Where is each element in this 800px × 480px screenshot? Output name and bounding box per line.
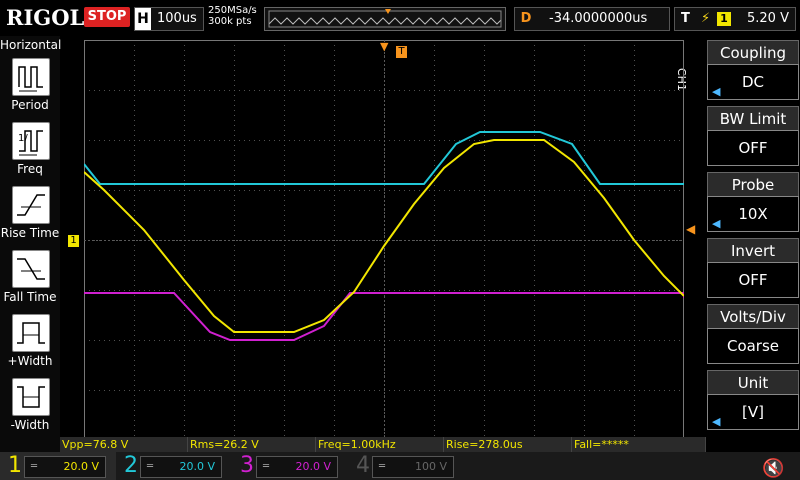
memory-overview-waveform — [268, 9, 502, 28]
channel-3-number: 3 — [240, 453, 254, 478]
measure-period-button[interactable]: Period — [0, 58, 60, 122]
trigger-source-badge: 1 — [717, 12, 731, 26]
measure-rise[interactable]: Rise=278.0us — [444, 437, 572, 452]
trigger-level-value: 5.20 V — [747, 11, 789, 26]
channel-1-number: 1 — [8, 453, 22, 478]
channel-2-scale: 20.0 V — [179, 460, 215, 473]
brand-logo: RIGOL — [6, 5, 85, 30]
channel-2-scale-box: ═ 20.0 V — [140, 456, 222, 478]
channel-3-scale-box: ═ 20.0 V — [256, 456, 338, 478]
memory-overview-bar[interactable] — [264, 7, 506, 31]
channel-2-number: 2 — [124, 453, 138, 478]
probe-title: Probe — [707, 172, 799, 196]
probe-value: ◀ 10X — [707, 196, 799, 232]
channel-2-status[interactable]: 2 ═ 20.0 V — [116, 452, 232, 480]
coupling-icon: ═ — [379, 461, 386, 472]
channel-4-scale-box: ═ 100 V — [372, 456, 454, 478]
delay-control[interactable]: D -34.0000000us — [514, 7, 670, 31]
volts-div-title: Volts/Div — [707, 304, 799, 328]
volts-div-softkey[interactable]: Volts/Div Coarse — [707, 304, 799, 366]
frequency-icon: 1/ — [12, 122, 50, 160]
invert-softkey[interactable]: Invert OFF — [707, 238, 799, 300]
measure-fall[interactable]: Fall=***** — [572, 437, 706, 452]
trigger-label: T — [681, 11, 690, 26]
sample-rate: 250MSa/s — [208, 5, 257, 16]
invert-value: OFF — [707, 262, 799, 298]
positive-width-icon — [12, 314, 50, 352]
channel-4-scale: 100 V — [414, 460, 447, 473]
coupling-title: Coupling — [707, 40, 799, 64]
select-arrow-icon: ◀ — [712, 415, 721, 428]
grid-lines — [84, 40, 685, 441]
horizontal-label: H — [135, 8, 151, 30]
negative-width-label: -Width — [10, 418, 50, 432]
memory-depth: 300k pts — [208, 16, 252, 27]
bw-limit-value: OFF — [707, 130, 799, 166]
bw-limit-title: BW Limit — [707, 106, 799, 130]
channel-4-status[interactable]: 4 ═ 100 V — [348, 452, 464, 480]
channel-3-scale: 20.0 V — [295, 460, 331, 473]
ch1-ground-marker[interactable]: 1 — [68, 235, 79, 247]
delay-value: -34.0000000us — [549, 11, 648, 26]
unit-value: ◀ [V] — [707, 394, 799, 430]
trigger-level-marker[interactable]: ◀ — [686, 222, 695, 236]
negative-width-icon — [12, 378, 50, 416]
channel-status-bar: 1 ═ 20.0 V 2 ═ 20.0 V 3 ═ 20.0 V 4 ═ 100… — [0, 452, 800, 480]
unit-title: Unit — [707, 370, 799, 394]
menu-title: Horizontal — [0, 38, 62, 52]
delay-label: D — [520, 11, 532, 26]
period-icon — [12, 58, 50, 96]
measure-freq-button[interactable]: 1/ Freq — [0, 122, 60, 186]
select-arrow-icon: ◀ — [712, 85, 721, 98]
timebase-value: 100us — [157, 11, 197, 26]
measure-negative-width-button[interactable]: -Width — [0, 378, 60, 442]
coupling-icon: ═ — [147, 461, 154, 472]
graticule — [83, 40, 685, 441]
trigger-edge-icon: ⚡ — [701, 11, 711, 26]
period-label: Period — [11, 98, 49, 112]
trigger-position-marker[interactable]: ▼ — [380, 40, 388, 53]
coupling-icon: ═ — [263, 461, 270, 472]
bw-limit-softkey[interactable]: BW Limit OFF — [707, 106, 799, 168]
trigger-control[interactable]: T ⚡ 1 5.20 V — [674, 7, 796, 31]
fall-time-icon — [12, 250, 50, 288]
volts-div-value: Coarse — [707, 328, 799, 364]
trigger-time-marker[interactable]: T — [396, 46, 407, 58]
rise-time-icon — [12, 186, 50, 224]
select-arrow-icon: ◀ — [712, 217, 721, 230]
run-stop-button[interactable]: STOP — [84, 7, 130, 27]
channel-3-status[interactable]: 3 ═ 20.0 V — [232, 452, 348, 480]
probe-softkey[interactable]: Probe ◀ 10X — [707, 172, 799, 234]
positive-width-label: +Width — [7, 354, 53, 368]
fall-time-label: Fall Time — [3, 290, 57, 304]
mute-speaker-icon[interactable]: 🔇 — [762, 458, 784, 479]
coupling-value: ◀ DC — [707, 64, 799, 100]
measure-rms[interactable]: Rms=26.2 V — [188, 437, 316, 452]
measure-positive-width-button[interactable]: +Width — [0, 314, 60, 378]
channel-1-scale-box: ═ 20.0 V — [24, 456, 106, 478]
measure-rise-time-button[interactable]: Rise Time — [0, 186, 60, 250]
measure-fall-time-button[interactable]: Fall Time — [0, 250, 60, 314]
channel-1-status[interactable]: 1 ═ 20.0 V — [0, 452, 116, 480]
timebase-control[interactable]: H 100us — [134, 7, 204, 31]
channel-1-scale: 20.0 V — [63, 460, 99, 473]
unit-softkey[interactable]: Unit ◀ [V] — [707, 370, 799, 432]
acquisition-info: 250MSa/s 300k pts — [208, 5, 257, 27]
measure-freq[interactable]: Freq=1.00kHz — [316, 437, 444, 452]
coupling-icon: ═ — [31, 461, 38, 472]
svg-text:1/: 1/ — [18, 133, 28, 144]
freq-label: Freq — [17, 162, 43, 176]
measure-vpp[interactable]: Vpp=76.8 V — [60, 437, 188, 452]
coupling-softkey[interactable]: Coupling ◀ DC — [707, 40, 799, 102]
rise-time-label: Rise Time — [0, 226, 60, 240]
invert-title: Invert — [707, 238, 799, 262]
measurement-bar: Vpp=76.8 V Rms=26.2 V Freq=1.00kHz Rise=… — [60, 437, 706, 452]
waveform-display[interactable]: ▼ — [83, 40, 685, 441]
channel-4-number: 4 — [356, 453, 370, 478]
